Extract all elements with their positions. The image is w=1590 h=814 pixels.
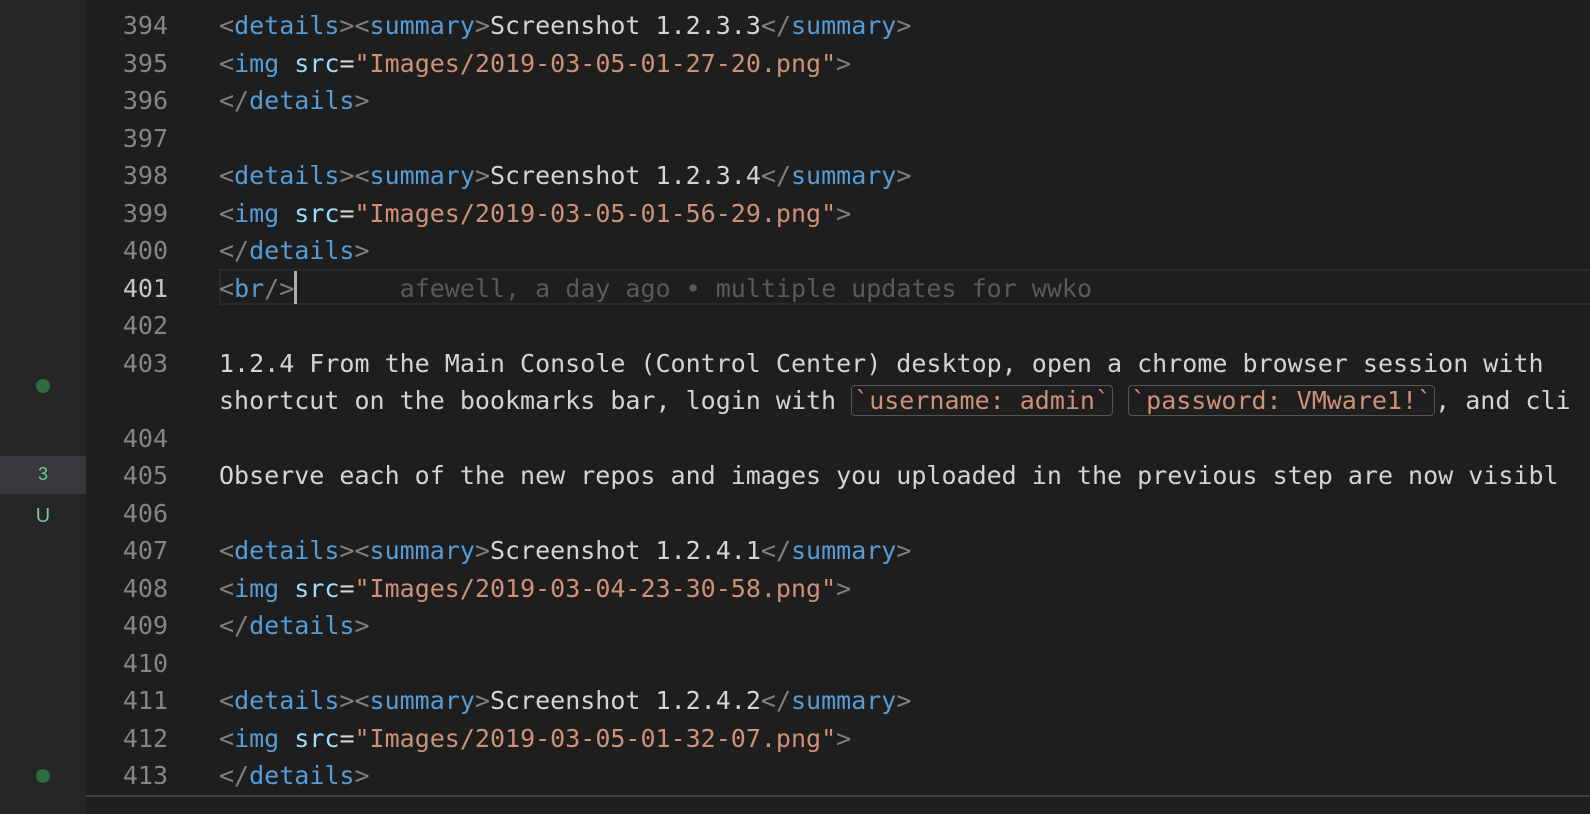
line-number: 407 (122, 536, 168, 565)
code-line[interactable]: <img src="Images/2019-03-05-01-56-29.png… (219, 195, 851, 233)
html-tag: summary (369, 11, 475, 40)
code-line[interactable]: <details><summary>Screenshot 1.2.4.2</su… (219, 682, 911, 720)
untracked-file-marker: U (35, 505, 51, 527)
code-line[interactable]: <details><summary>Screenshot 1.2.4.1</su… (219, 532, 911, 570)
html-tag: summary (369, 536, 475, 565)
html-tag: br (234, 273, 265, 303)
html-tag: details (234, 536, 340, 565)
line-number: 410 (122, 648, 168, 678)
html-tag: summary (791, 536, 897, 565)
code-line-current[interactable]: <br/> afewell, a day ago • multiple upda… (219, 270, 1092, 308)
change-count-badge[interactable]: 3 (0, 456, 86, 494)
horizontal-scrollbar[interactable] (86, 795, 1590, 797)
git-modified-dot-icon[interactable] (36, 769, 50, 783)
html-attribute: src (294, 723, 340, 753)
summary-text: Screenshot 1.2.3.4 (489, 161, 761, 190)
line-number: 394 (122, 11, 168, 40)
html-tag: img (234, 198, 280, 228)
html-tag: summary (369, 686, 475, 715)
html-tag: details (234, 11, 340, 40)
git-modified-dot-icon[interactable] (36, 379, 50, 393)
gutter-decorations (0, 0, 86, 814)
html-tag: details (249, 611, 355, 640)
html-tag: details (249, 86, 355, 115)
html-tag: summary (369, 161, 475, 190)
attribute-value: "Images/2019-03-05-01-32-07.png" (354, 723, 837, 753)
line-number: 404 (122, 423, 168, 453)
code-line[interactable]: </details> (219, 607, 370, 645)
summary-text: Screenshot 1.2.4.1 (489, 536, 761, 565)
inline-code-password: `password: VMware1!` (1128, 385, 1436, 416)
markdown-text: 1.2.4 From the Main Console (Control Cen… (219, 348, 1559, 378)
line-number: 402 (122, 311, 168, 340)
code-line[interactable]: <img src="Images/2019-03-05-01-32-07.png… (219, 720, 851, 758)
html-tag: summary (791, 161, 897, 190)
line-number: 409 (122, 611, 168, 640)
code-line[interactable]: Observe each of the new repos and images… (219, 457, 1559, 495)
html-tag: summary (791, 686, 897, 715)
html-tag: img (234, 723, 280, 753)
html-tag: details (234, 161, 340, 190)
code-line[interactable]: 1.2.4 From the Main Console (Control Cen… (219, 345, 1559, 383)
code-line[interactable]: <details><summary>Screenshot 1.2.3.4</su… (219, 157, 911, 195)
html-tag: img (234, 48, 280, 78)
html-tag: summary (791, 11, 897, 40)
code-line[interactable]: <img src="Images/2019-03-05-01-27-20.png… (219, 45, 851, 83)
html-attribute: src (294, 48, 340, 78)
attribute-value: "Images/2019-03-05-01-27-20.png" (354, 48, 837, 78)
line-number: 406 (122, 498, 168, 528)
line-number: 412 (122, 723, 168, 753)
line-number: 405 (122, 461, 168, 490)
text-cursor (294, 271, 297, 304)
line-number: 396 (122, 86, 168, 115)
html-tag: details (249, 761, 355, 790)
line-number: 413 (122, 761, 168, 790)
inline-code-username: `username: admin` (851, 385, 1114, 416)
line-number-active: 401 (122, 273, 168, 303)
markdown-text: Observe each of the new repos and images… (219, 461, 1559, 490)
attribute-value: "Images/2019-03-05-01-56-29.png" (354, 198, 837, 228)
html-attribute: src (294, 198, 340, 228)
git-blame-annotation: afewell, a day ago • multiple updates fo… (399, 273, 1092, 303)
line-number: 395 (122, 48, 168, 78)
markdown-text: , and cli (1435, 386, 1571, 415)
line-number: 399 (122, 198, 168, 228)
html-tag: details (249, 236, 355, 265)
line-number: 400 (122, 236, 168, 265)
summary-text: Screenshot 1.2.4.2 (489, 686, 761, 715)
line-number: 411 (122, 686, 168, 715)
code-line[interactable]: <details><summary>Screenshot 1.2.3.3</su… (219, 7, 911, 45)
code-line-wrapped[interactable]: shortcut on the bookmarks bar, login wit… (219, 382, 1571, 420)
markdown-text: shortcut on the bookmarks bar, login wit… (219, 386, 852, 415)
html-tag: img (234, 573, 280, 603)
code-line[interactable]: </details> (219, 232, 370, 270)
line-number: 403 (122, 348, 168, 378)
summary-text: Screenshot 1.2.3.3 (489, 11, 761, 40)
html-attribute: src (294, 573, 340, 603)
code-line[interactable]: </details> (219, 82, 370, 120)
attribute-value: "Images/2019-03-04-23-30-58.png" (354, 573, 837, 603)
html-tag: details (234, 686, 340, 715)
line-number: 397 (122, 123, 168, 153)
line-number: 408 (122, 573, 168, 603)
code-line[interactable]: <img src="Images/2019-03-04-23-30-58.png… (219, 570, 851, 608)
code-line[interactable]: </details> (219, 757, 370, 795)
line-number: 398 (122, 161, 168, 190)
